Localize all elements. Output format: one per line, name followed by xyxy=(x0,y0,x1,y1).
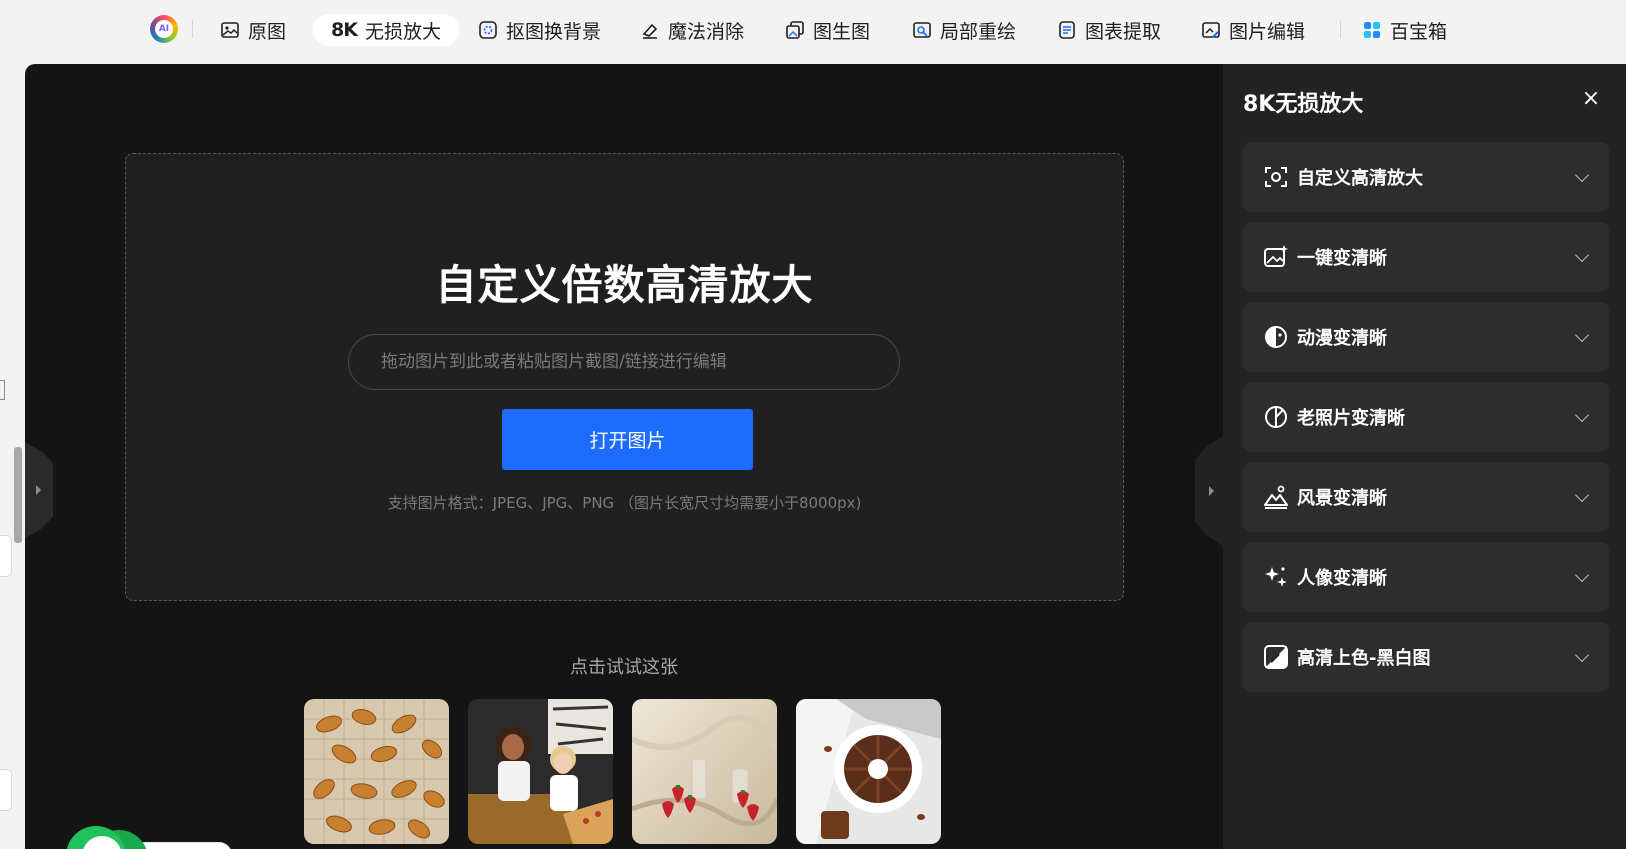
assistant-bar xyxy=(132,842,232,849)
workspace: 自定义倍数高清放大 打开图片 支持图片格式：JPEG、JPG、PNG （图片长宽… xyxy=(25,64,1223,849)
tool-label: 无损放大 xyxy=(364,20,441,43)
inpaint-icon xyxy=(913,22,931,38)
feature-label: 风景变清晰 xyxy=(1297,488,1387,509)
floating-assistant-widget[interactable] xyxy=(62,822,232,849)
image-sparkle-icon xyxy=(1264,245,1288,267)
upload-dropzone[interactable]: 自定义倍数高清放大 打开图片 支持图片格式：JPEG、JPG、PNG （图片长宽… xyxy=(125,153,1124,601)
chevron-down-icon xyxy=(1574,647,1590,663)
tool-label: 局部重绘 xyxy=(940,20,1017,43)
sample-friends-pizza[interactable] xyxy=(468,699,613,844)
feature-label: 老照片变清晰 xyxy=(1297,408,1405,429)
feature-colorize[interactable]: 高清上色-黑白图 xyxy=(1243,622,1609,692)
sample-gallery xyxy=(304,699,941,844)
tool-label: 图片编辑 xyxy=(1229,20,1306,43)
sample-croissants[interactable] xyxy=(304,699,449,844)
image-to-image-icon xyxy=(786,21,804,39)
anime-icon xyxy=(1265,326,1287,348)
image-edit-icon xyxy=(1202,22,1220,38)
tool-inpaint[interactable]: 局部重绘 xyxy=(912,14,1016,46)
ai-logo-text: AI xyxy=(155,20,173,38)
expand-left-toggle[interactable] xyxy=(25,442,53,538)
feature-label: 人像变清晰 xyxy=(1297,568,1387,589)
feature-old-photo-clear[interactable]: 老照片变清晰 xyxy=(1243,382,1609,452)
friends-pizza-photo xyxy=(468,699,613,844)
collapse-panel-toggle[interactable] xyxy=(1195,436,1223,546)
custom-scan-icon xyxy=(1265,167,1287,187)
image-link-input[interactable] xyxy=(348,334,900,390)
chevron-down-icon xyxy=(1574,167,1590,183)
landscape-icon xyxy=(1264,485,1288,509)
toolbar-divider xyxy=(192,20,193,38)
tool-toolbox[interactable]: 百宝箱 xyxy=(1362,14,1447,46)
left-strip-box-icon xyxy=(0,380,5,400)
tool-cutout[interactable]: 抠图换背景 xyxy=(478,14,601,46)
tool-image-edit[interactable]: 图片编辑 xyxy=(1201,14,1305,46)
close-icon[interactable]: × xyxy=(1578,86,1604,112)
feature-label: 动漫变清晰 xyxy=(1297,328,1387,349)
feature-label: 一键变清晰 xyxy=(1297,248,1387,269)
image-icon xyxy=(221,22,239,38)
try-sample-label: 点击试试这张 xyxy=(570,657,678,678)
feature-custom-upscale[interactable]: 自定义高清放大 xyxy=(1243,142,1609,212)
sample-strawberries[interactable] xyxy=(632,699,777,844)
chevron-down-icon xyxy=(1574,567,1590,583)
cutout-icon xyxy=(479,21,497,39)
chevron-right-icon xyxy=(1209,486,1214,496)
upscale-panel: 8K无损放大 × 自定义高清放大 一键变清晰 动漫变清晰 老照片变清晰 风景变清… xyxy=(1223,64,1626,849)
tool-label: 百宝箱 xyxy=(1390,20,1448,43)
feature-label: 高清上色-黑白图 xyxy=(1297,648,1431,669)
toolbar-divider xyxy=(1340,20,1341,38)
tool-label: 魔法消除 xyxy=(668,20,745,43)
tool-label: 原图 xyxy=(248,20,287,43)
strawberries-photo xyxy=(632,699,777,844)
colorize-icon xyxy=(1264,645,1288,669)
old-photo-icon xyxy=(1265,406,1287,428)
left-strip-card[interactable] xyxy=(0,535,12,577)
feature-portrait-clear[interactable]: 人像变清晰 xyxy=(1243,542,1609,612)
tool-label: 抠图换背景 xyxy=(506,20,602,43)
chevron-right-icon xyxy=(36,485,41,495)
portrait-sparkle-icon xyxy=(1265,567,1287,587)
left-strip-card[interactable] xyxy=(0,769,12,811)
chart-extract-icon xyxy=(1059,21,1075,39)
tool-image-to-image[interactable]: 图生图 xyxy=(785,14,870,46)
eraser-icon xyxy=(642,23,658,39)
open-image-button[interactable]: 打开图片 xyxy=(502,409,753,470)
feature-list: 自定义高清放大 一键变清晰 动漫变清晰 老照片变清晰 风景变清晰 人像变清晰 高… xyxy=(1243,142,1609,702)
feature-one-click-clear[interactable]: 一键变清晰 xyxy=(1243,222,1609,292)
sample-chocolate-cake[interactable] xyxy=(796,699,941,844)
tool-label: 图生图 xyxy=(813,20,871,43)
feature-landscape-clear[interactable]: 风景变清晰 xyxy=(1243,462,1609,532)
feature-anime-clear[interactable]: 动漫变清晰 xyxy=(1243,302,1609,372)
8k-icon: 8K xyxy=(331,19,358,41)
toolbox-icon xyxy=(1364,22,1380,38)
dropzone-title: 自定义倍数高清放大 xyxy=(435,261,814,309)
tool-label: 图表提取 xyxy=(1085,20,1162,43)
croissants-photo xyxy=(304,699,449,844)
left-strip xyxy=(0,60,25,849)
chevron-down-icon xyxy=(1574,407,1590,423)
tool-magic-erase[interactable]: 魔法消除 xyxy=(640,14,744,46)
tool-8k-upscale[interactable]: 8K 无损放大 xyxy=(313,14,459,46)
scrollbar-thumb[interactable] xyxy=(14,447,22,543)
ai-logo[interactable]: AI xyxy=(150,15,178,43)
panel-title: 8K无损放大 xyxy=(1243,92,1364,117)
format-hint: 支持图片格式：JPEG、JPG、PNG （图片长宽尺寸均需要小于8000px) xyxy=(387,494,862,512)
tool-original[interactable]: 原图 xyxy=(220,14,286,46)
feature-label: 自定义高清放大 xyxy=(1297,168,1423,189)
top-toolbar: AI 原图 8K 无损放大 抠图换背景 魔法消除 图生图 局部重绘 图表提取 图… xyxy=(0,0,1626,60)
chocolate-cake-photo xyxy=(796,699,941,844)
chevron-down-icon xyxy=(1574,327,1590,343)
chevron-down-icon xyxy=(1574,247,1590,263)
tool-chart-extract[interactable]: 图表提取 xyxy=(1057,14,1161,46)
chevron-down-icon xyxy=(1574,487,1590,503)
